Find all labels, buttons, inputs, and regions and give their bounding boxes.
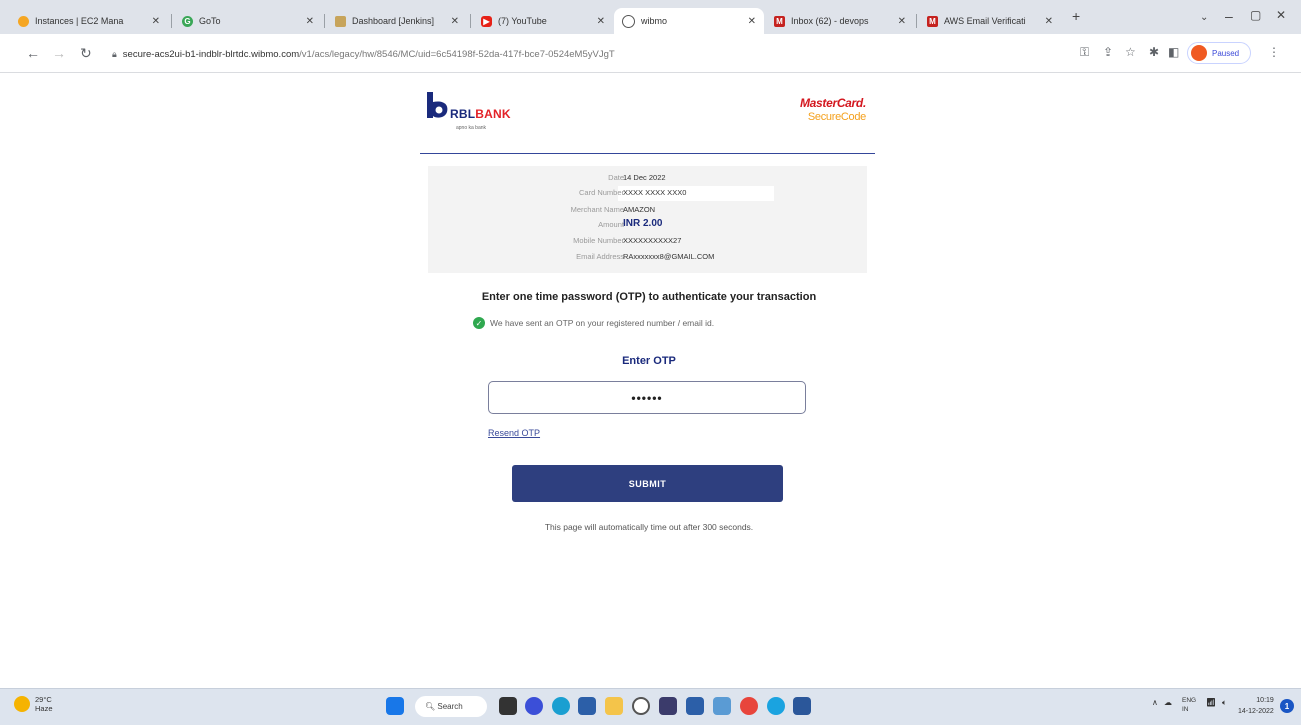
tab-youtube[interactable]: ▶ (7) YouTube ✕	[473, 8, 613, 34]
clock[interactable]: 10:19 14-12-2022	[1238, 695, 1274, 717]
profile-button[interactable]: Paused	[1187, 42, 1251, 64]
tab-aws-email-verification[interactable]: M AWS Email Verificati ✕	[919, 8, 1061, 34]
cloud-icon[interactable]: ☁︎	[1164, 698, 1172, 707]
detail-row-card-number: Card Number XXXX XXXX XXX0	[428, 186, 867, 202]
tab-wibmo[interactable]: wibmo ✕	[614, 8, 764, 34]
key-icon[interactable]: ⚿	[1080, 45, 1089, 60]
aws-icon	[18, 15, 29, 27]
bookmark-star-icon[interactable]: ☆	[1125, 45, 1136, 59]
taskbar-search[interactable]: 🔍︎ Search	[415, 696, 487, 717]
reload-icon[interactable]: ↻	[80, 45, 92, 62]
tab-gmail-inbox[interactable]: M Inbox (62) - devops ✕	[766, 8, 914, 34]
windows-start-icon[interactable]	[386, 697, 404, 715]
detail-row-email: Email Address RAxxxxxxx8@GMAIL.COM	[576, 252, 715, 261]
search-icon: 🔍︎	[425, 702, 438, 711]
extensions-icon[interactable]: ✱	[1149, 45, 1159, 59]
tab-search-icon[interactable]: ⌄	[1200, 12, 1208, 23]
detail-row-mobile: Mobile Number XXXXXXXXXX27	[573, 236, 682, 245]
close-icon[interactable]: ✕	[898, 16, 906, 27]
jenkins-icon	[335, 15, 346, 27]
notification-badge[interactable]: 1	[1280, 699, 1294, 713]
forward-icon[interactable]: →	[52, 45, 66, 61]
detail-row-merchant: Merchant Name AMAZON	[570, 205, 656, 214]
side-panel-icon[interactable]: ◧	[1168, 45, 1179, 59]
browser-tab-bar: Instances | EC2 Mana ✕ G GoTo ✕ Dashboar…	[0, 0, 1301, 34]
tab-jenkins-dashboard[interactable]: Dashboard [Jenkins] ✕	[327, 8, 467, 34]
otp-heading: Enter one time password (OTP) to authent…	[481, 291, 817, 303]
tab-ec2-instances[interactable]: Instances | EC2 Mana ✕	[10, 8, 168, 34]
chrome-icon[interactable]	[740, 697, 758, 715]
globe-icon	[622, 14, 635, 28]
app-icon[interactable]	[713, 697, 731, 715]
close-icon[interactable]: ✕	[451, 16, 459, 27]
new-tab-button[interactable]: +	[1072, 8, 1080, 24]
sun-haze-icon	[14, 696, 30, 712]
avatar	[1191, 45, 1207, 61]
otp-page: RBLBANK apno ka bank MasterCard. SecureC…	[420, 80, 875, 154]
close-icon[interactable]: ✕	[748, 16, 756, 27]
mastercard-logo: MasterCard.	[799, 96, 866, 110]
taskbar: 29°C Haze 🔍︎ Search ∧ ☁︎ ENG IN 📶︎ 🔈︎ 10:1…	[0, 688, 1301, 725]
close-icon[interactable]: ✕	[306, 16, 314, 27]
browser-toolbar: ← → ↻ 🔒︎ secure-acs2ui-b1-indblr-blrtdc.…	[0, 34, 1301, 73]
menu-kebab-icon[interactable]: ⋮	[1268, 45, 1280, 59]
maximize-button[interactable]: ▢	[1250, 8, 1261, 22]
detail-row-date: Date 14 Dec 2022	[608, 173, 666, 182]
weather-widget[interactable]: 29°C Haze	[14, 695, 53, 713]
edge-icon[interactable]	[552, 697, 570, 715]
timeout-message: This page will automatically time out af…	[544, 522, 754, 532]
otp-input[interactable]	[488, 381, 806, 414]
word-icon[interactable]	[793, 697, 811, 715]
language-indicator[interactable]: ENG IN	[1182, 696, 1196, 714]
otp-label: Enter OTP	[622, 355, 676, 367]
app-icon[interactable]	[632, 697, 650, 715]
close-icon[interactable]: ✕	[152, 16, 160, 27]
address-bar[interactable]: 🔒︎ secure-acs2ui-b1-indblr-blrtdc.wibmo.…	[112, 43, 1052, 65]
gmail-icon: M	[774, 15, 785, 27]
youtube-icon: ▶	[481, 15, 492, 27]
rbl-logo-icon	[427, 92, 448, 118]
back-icon[interactable]: ←	[26, 45, 40, 61]
lock-icon: 🔒︎	[112, 48, 117, 59]
task-view-icon[interactable]	[499, 697, 517, 715]
gmail-icon: M	[927, 15, 938, 27]
close-window-button[interactable]: ✕	[1276, 8, 1286, 22]
resend-otp-link[interactable]: Resend OTP	[488, 428, 540, 438]
file-explorer-icon[interactable]	[605, 697, 623, 715]
chat-icon[interactable]	[525, 697, 543, 715]
tray-chevron-icon[interactable]: ∧	[1152, 698, 1158, 707]
goto-icon: G	[182, 15, 193, 27]
tab-goto[interactable]: G GoTo ✕	[174, 8, 322, 34]
transaction-details: Date 14 Dec 2022 Card Number XXXX XXXX X…	[428, 166, 867, 273]
detail-row-amount: Amount INR 2.00	[598, 218, 663, 229]
minimize-button[interactable]: –	[1225, 8, 1233, 24]
store-icon[interactable]	[578, 697, 596, 715]
app-icon[interactable]	[686, 697, 704, 715]
close-icon[interactable]: ✕	[597, 16, 605, 27]
securecode-logo: SecureCode	[807, 111, 866, 123]
wifi-icon[interactable]: 📶︎	[1206, 698, 1216, 707]
check-circle-icon: ✓	[473, 317, 485, 329]
share-icon[interactable]: ⇪	[1103, 45, 1113, 59]
app-icon[interactable]	[659, 697, 677, 715]
close-icon[interactable]: ✕	[1045, 16, 1053, 27]
app-icon[interactable]	[767, 697, 785, 715]
volume-icon[interactable]: 🔈︎	[1222, 698, 1227, 708]
bank-name: RBLBANK	[450, 107, 511, 121]
bank-header: RBLBANK apno ka bank MasterCard. SecureC…	[420, 80, 875, 154]
otp-sent-message: ✓ We have sent an OTP on your registered…	[473, 317, 873, 329]
submit-button[interactable]: SUBMIT	[512, 465, 783, 502]
bank-tagline: apno ka bank	[456, 125, 487, 131]
